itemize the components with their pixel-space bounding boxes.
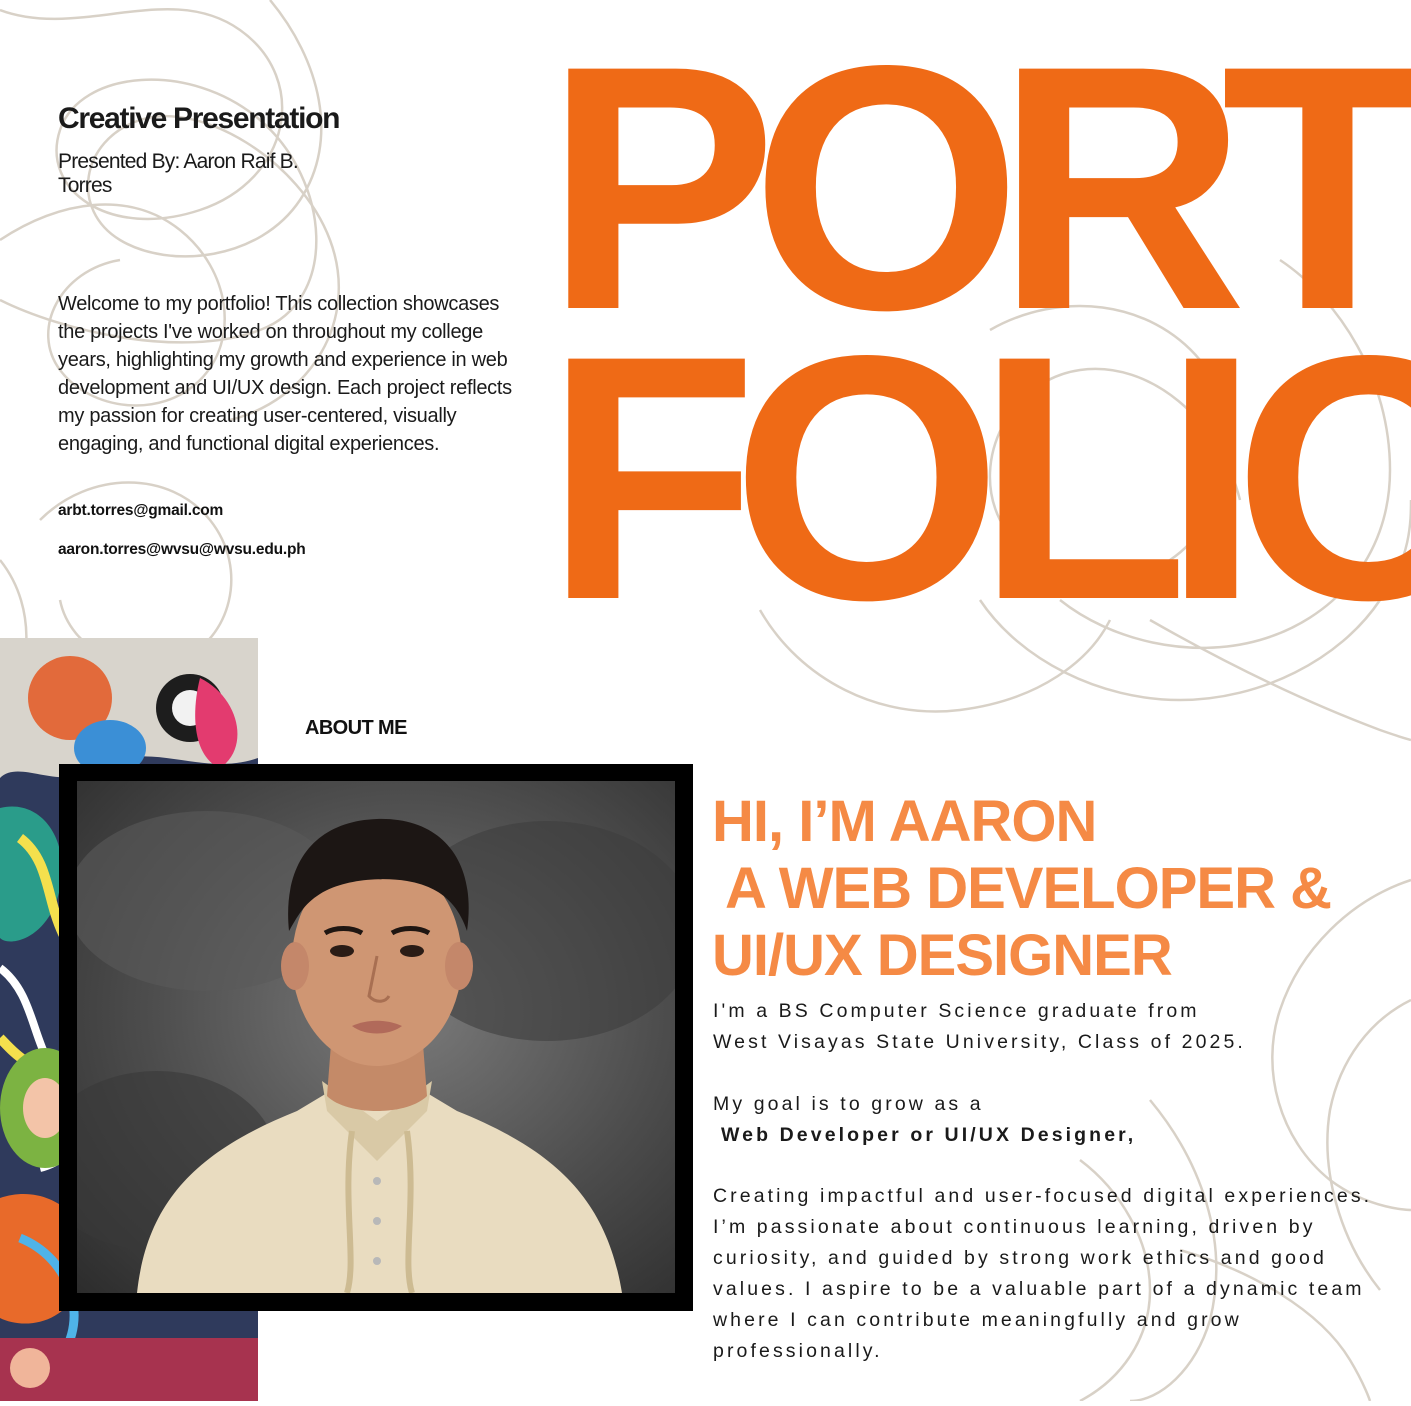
profile-photo-frame	[59, 764, 693, 1311]
education-line-1: I'm a BS Computer Science graduate from	[713, 1000, 1200, 1022]
presenter-name: Presented By: Aaron Raif B. Torres	[58, 150, 299, 197]
goal-line-1: My goal is to grow as a	[713, 1093, 984, 1115]
email-school[interactable]: aaron.torres@wvsu@wvsu.edu.ph	[58, 541, 306, 559]
headline-line-2: A WEB DEVELOPER &	[712, 856, 1332, 921]
presentation-title: Creative Presentation	[58, 102, 340, 135]
goal-role: Web Developer or UI/UX Designer,	[713, 1120, 1403, 1151]
goal-text: My goal is to grow as a Web Developer or…	[713, 1089, 1403, 1151]
hero-word-folio: FOLIO	[545, 283, 1411, 672]
about-me-label: ABOUT ME	[305, 717, 407, 739]
intro-paragraph: Welcome to my portfolio! This collection…	[58, 293, 512, 455]
bio-paragraph: Creating impactful and user-focused digi…	[713, 1185, 1373, 1362]
education-text: I'm a BS Computer Science graduate from …	[713, 996, 1403, 1058]
headline-line-1: HI, I’M AARON	[712, 789, 1097, 854]
headline-line-3: UI/UX DESIGNER	[712, 923, 1173, 988]
about-headline: HI, I’M AARON A WEB DEVELOPER & UI/UX DE…	[712, 788, 1402, 989]
email-personal[interactable]: arbt.torres@gmail.com	[58, 502, 223, 520]
education-line-2: West Visayas State University, Class of …	[713, 1031, 1246, 1053]
profile-photo	[77, 781, 675, 1293]
goal-role-emphasis: Web Developer or UI/UX Designer,	[721, 1124, 1137, 1146]
